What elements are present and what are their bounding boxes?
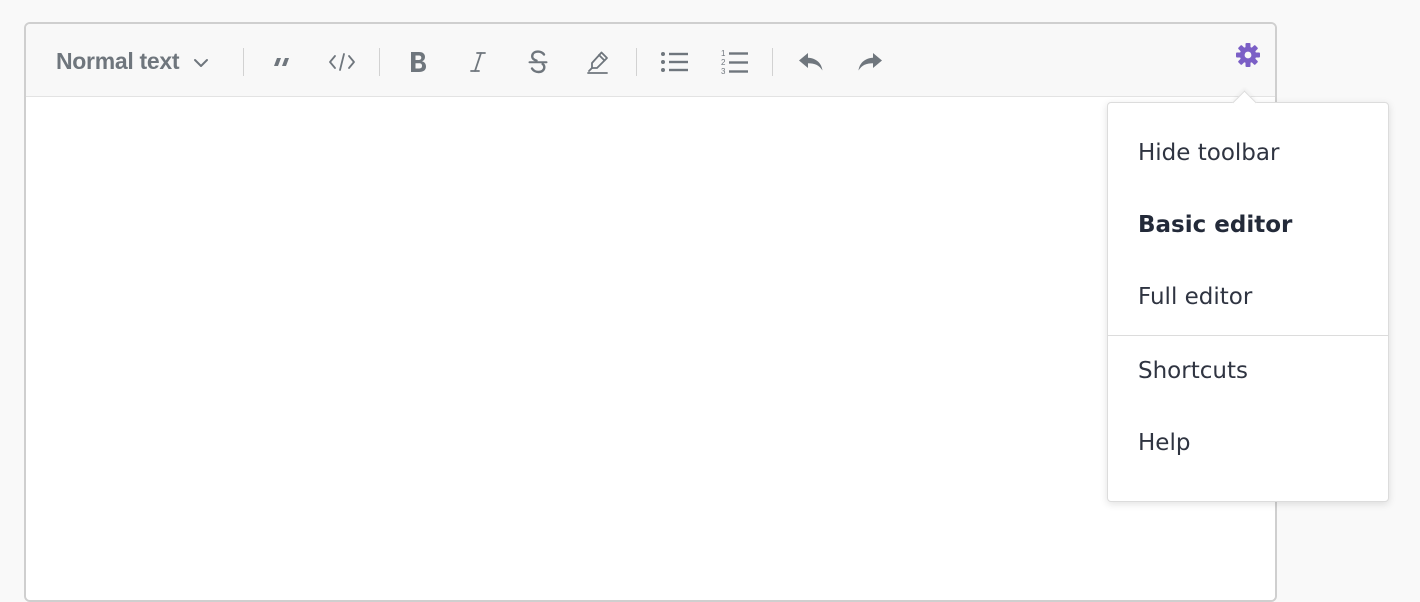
text-style-label: Normal text (56, 47, 180, 74)
menu-item-help[interactable]: Help (1108, 423, 1388, 463)
rich-text-editor: Normal text 1 2 3 (24, 22, 1277, 602)
editor-toolbar: Normal text 1 2 3 (26, 24, 1275, 97)
numbered-list-icon: 1 2 3 (720, 48, 750, 76)
blockquote-button[interactable] (264, 44, 300, 80)
menu-item-shortcuts[interactable]: Shortcuts (1108, 351, 1388, 391)
toolbar-separator (379, 48, 380, 76)
menu-item-basic-editor[interactable]: Basic editor (1108, 205, 1388, 245)
svg-text:1: 1 (721, 49, 726, 58)
settings-menu: Hide toolbar Basic editor Full editor Sh… (1107, 90, 1389, 502)
settings-button[interactable] (1232, 41, 1264, 73)
code-icon (328, 51, 356, 73)
toolbar-separator (772, 48, 773, 76)
undo-button[interactable] (793, 44, 829, 80)
bold-button[interactable] (400, 44, 436, 80)
code-button[interactable] (324, 44, 360, 80)
numbered-list-button[interactable]: 1 2 3 (717, 44, 753, 80)
quote-icon (272, 55, 292, 69)
redo-button[interactable] (852, 44, 888, 80)
highlight-button[interactable] (580, 44, 616, 80)
italic-button[interactable] (460, 44, 496, 80)
bullet-list-button[interactable] (657, 44, 693, 80)
strikethrough-button[interactable] (520, 44, 556, 80)
strikethrough-icon (527, 49, 549, 75)
bold-icon (407, 50, 429, 74)
bullet-list-icon (660, 50, 690, 74)
italic-icon (468, 50, 488, 74)
toolbar-separator (243, 48, 244, 76)
menu-item-hide-toolbar[interactable]: Hide toolbar (1108, 133, 1388, 173)
text-style-dropdown[interactable]: Normal text (56, 46, 209, 76)
editor-content-area[interactable] (26, 97, 1275, 600)
svg-text:2: 2 (721, 58, 726, 67)
toolbar-separator (636, 48, 637, 76)
highlighter-icon (585, 49, 611, 75)
undo-icon (797, 51, 825, 73)
chevron-down-icon (193, 53, 209, 72)
menu-item-full-editor[interactable]: Full editor (1108, 277, 1388, 317)
svg-text:3: 3 (721, 67, 726, 76)
gear-icon (1235, 42, 1261, 72)
redo-icon (856, 51, 884, 73)
menu-divider (1108, 335, 1388, 336)
